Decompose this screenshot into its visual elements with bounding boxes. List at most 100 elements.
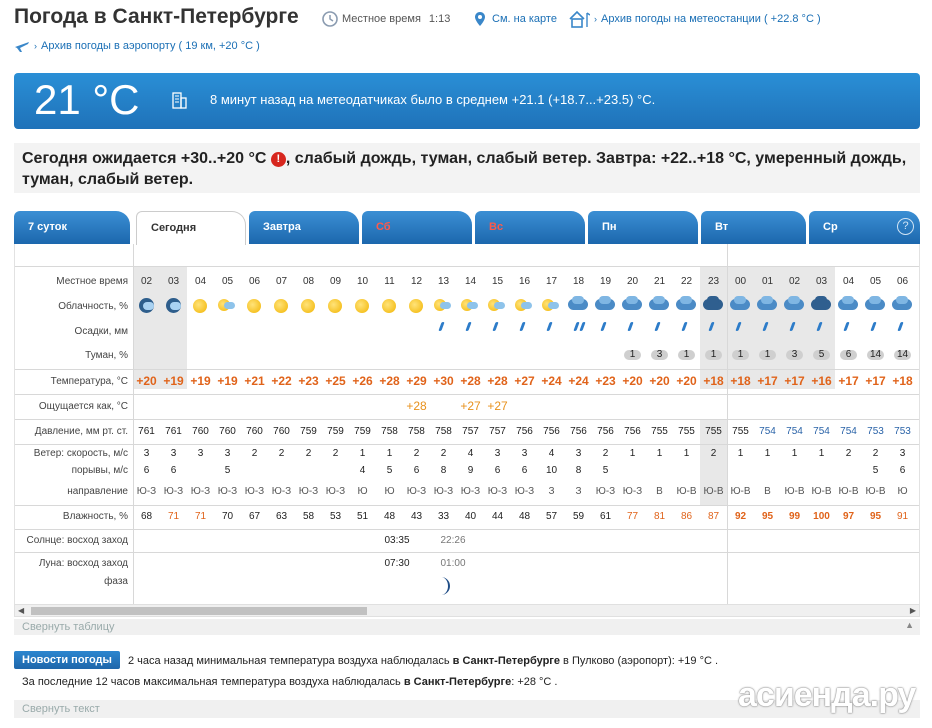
row-label-time: Местное время [56, 276, 128, 287]
feels-like-value: +28 [406, 399, 427, 413]
gust-value: 6 [521, 465, 528, 476]
humidity-value: 48 [518, 511, 531, 522]
tab-4[interactable]: Вс [475, 211, 585, 244]
table-scrollbar[interactable]: ◀ ▶ [14, 604, 920, 617]
humidity-value: 71 [167, 511, 180, 522]
wind-direction-value: Ю-В [865, 486, 886, 497]
gust-value: 5 [602, 465, 609, 476]
clock-icon [322, 11, 338, 27]
pressure-value: 757 [462, 426, 479, 437]
humidity-value: 86 [680, 511, 693, 522]
day-tabs: 7 суток Сегодня Завтра Сб Вс Пн Вт Ср? [14, 211, 920, 245]
tab-2[interactable]: Завтра [249, 211, 359, 244]
tab-6[interactable]: Вт [701, 211, 806, 244]
chevron-up-icon[interactable]: ▲ [905, 620, 914, 630]
sensor-message: 8 минут назад на метеодатчиках было в ср… [210, 92, 656, 107]
scroll-left-icon[interactable]: ◀ [18, 606, 24, 615]
hour-cell: 10 [356, 276, 369, 287]
collapse-table-label[interactable]: Свернуть таблицу [22, 621, 115, 633]
sun-icon [301, 299, 315, 313]
rain-icon [627, 322, 634, 331]
rain-icon [465, 322, 472, 331]
pressure-value: 755 [705, 426, 722, 437]
pressure-value: 756 [570, 426, 587, 437]
hour-cell: 06 [896, 276, 909, 287]
humidity-value: 100 [813, 511, 830, 522]
station-archive-label[interactable]: Архив погоды на метеостанции ( +22.8 °C … [601, 13, 821, 25]
collapse-text-label[interactable]: Свернуть текст [22, 703, 100, 715]
fog-value: 6 [840, 350, 857, 360]
news-line-1-city-link[interactable]: в Санкт-Петербурге [453, 655, 560, 667]
wind-speed-value: 2 [251, 448, 258, 459]
wind-speed-value: 2 [278, 448, 285, 459]
cloud-icon [653, 296, 665, 304]
humidity-value: 51 [356, 511, 369, 522]
hour-cell: 18 [572, 276, 585, 287]
news-line-2-value: : +28 °C . [511, 676, 558, 688]
wind-direction-value: Ю-З [136, 486, 157, 497]
wind-speed-value: 3 [899, 448, 906, 459]
rain-icon [519, 322, 526, 331]
humidity-value: 95 [869, 511, 882, 522]
scroll-right-icon[interactable]: ▶ [910, 606, 916, 615]
pressure-value: 755 [651, 426, 668, 437]
cloud-icon [869, 296, 881, 304]
sun-icon [328, 299, 342, 313]
news-line-2-city-link[interactable]: в Санкт-Петербурге [404, 676, 511, 688]
gust-value: 5 [386, 465, 393, 476]
news-line-1: 2 часа назад минимальная температура воз… [128, 655, 718, 667]
pressure-value: 760 [246, 426, 263, 437]
row-divider [15, 419, 919, 420]
row-divider [15, 444, 919, 445]
airport-archive-label[interactable]: Архив погоды в аэропорту ( 19 км, +20 °C… [41, 40, 260, 52]
tab-3[interactable]: Сб [362, 211, 472, 244]
hour-cell: 11 [384, 276, 395, 287]
day-divider [727, 244, 728, 604]
station-archive-link[interactable]: › Архив погоды на метеостанции ( +22.8 °… [568, 10, 821, 28]
pressure-value: 756 [543, 426, 560, 437]
scrollbar-thumb[interactable] [31, 607, 367, 615]
row-label-pressure: Давление, мм рт. ст. [34, 426, 128, 437]
map-link-label[interactable]: См. на карте [492, 13, 557, 25]
cloud-icon [143, 302, 154, 310]
wind-speed-value: 2 [440, 448, 447, 459]
site-watermark: асиенда.ру [738, 676, 916, 714]
map-pin-icon [472, 11, 488, 27]
wind-direction-value: Ю-З [244, 486, 265, 497]
fog-value: 5 [813, 350, 830, 360]
tab-1[interactable]: Сегодня [136, 211, 246, 245]
warning-icon[interactable]: ! [270, 152, 286, 167]
tab-5[interactable]: Пн [588, 211, 698, 244]
wind-direction-value: Ю-З [433, 486, 454, 497]
summary-text-1: Сегодня ожидается +30..+20 °C [22, 150, 267, 167]
gust-value: 6 [143, 465, 150, 476]
cloud-icon [815, 296, 827, 304]
row-label-clouds: Облачность, % [58, 301, 128, 312]
help-icon[interactable]: ? [897, 218, 914, 235]
hour-cell: 03 [815, 276, 828, 287]
tab-0[interactable]: 7 суток [14, 211, 130, 244]
row-label-direction: направление [67, 486, 128, 497]
wind-direction-value: Ю-В [811, 486, 832, 497]
sunrise-value: 03:35 [384, 535, 410, 546]
airplane-icon [14, 38, 30, 54]
map-link[interactable]: См. на карте [472, 11, 557, 27]
collapse-table-button[interactable]: Свернуть таблицу ▲ [14, 619, 920, 635]
wind-speed-value: 3 [197, 448, 204, 459]
row-divider [15, 394, 919, 395]
cloud-icon [842, 296, 854, 304]
moonrise-value: 07:30 [384, 558, 410, 569]
wind-speed-value: 1 [656, 448, 663, 459]
gust-value: 6 [170, 465, 177, 476]
pressure-value: 760 [219, 426, 236, 437]
row-divider [15, 369, 919, 370]
pressure-value: 761 [165, 426, 182, 437]
pressure-value: 754 [759, 426, 776, 437]
wind-speed-value: 2 [305, 448, 312, 459]
hour-cell: 03 [167, 276, 180, 287]
pressure-value: 753 [894, 426, 911, 437]
airport-archive-link[interactable]: › Архив погоды в аэропорту ( 19 км, +20 … [14, 38, 260, 54]
hour-cell: 23 [707, 276, 720, 287]
cloud-icon [548, 302, 559, 309]
wind-direction-value: Ю-З [217, 486, 238, 497]
